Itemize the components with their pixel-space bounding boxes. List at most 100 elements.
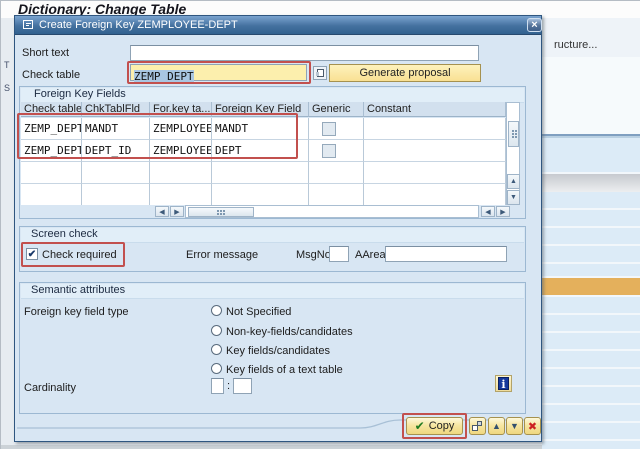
cardinality-left-input[interactable] <box>211 378 224 394</box>
background-row <box>542 441 640 449</box>
fk-table-row-empty[interactable] <box>21 184 506 205</box>
check-required-checkbox[interactable]: ✔ <box>26 248 38 260</box>
short-text-input[interactable] <box>130 45 479 61</box>
cardinality-label: Cardinality <box>24 382 76 394</box>
transfer-button[interactable] <box>469 417 486 435</box>
error-message-label: Error message <box>186 249 259 261</box>
fk-table-row-empty[interactable] <box>21 162 506 184</box>
copy-check-icon: ✔ <box>414 419 425 433</box>
move-up-button[interactable]: ▲ <box>488 417 505 435</box>
cell-forkey-table[interactable]: ZEMPLOYEE <box>150 140 212 162</box>
fk-table-vscrollbar[interactable]: ▲ ▼ <box>506 102 520 205</box>
background-panel-light <box>542 57 640 134</box>
background-row <box>542 387 640 403</box>
hscroll-left-button[interactable]: ◀ <box>155 206 169 217</box>
cell-generic <box>309 140 364 162</box>
copy-button-label: Copy <box>428 420 455 432</box>
background-row <box>542 228 640 244</box>
aarea-label: AArea <box>355 249 386 261</box>
col-header-generic[interactable]: Generic <box>309 102 364 117</box>
left-fragment-1: T <box>4 60 10 70</box>
radio-not-specified-label[interactable]: Not Specified <box>226 306 291 319</box>
structure-button-partial[interactable]: ructure... <box>554 39 597 52</box>
dialog-title: Create Foreign Key ZEMPLOYEE-DEPT <box>39 19 238 31</box>
background-row <box>542 351 640 367</box>
cardinality-separator: : <box>227 380 231 392</box>
vscroll-down-button[interactable]: ▼ <box>507 190 520 205</box>
close-button[interactable]: × <box>527 18 542 32</box>
value-help-button[interactable] <box>313 66 327 80</box>
cell-chktablfld[interactable]: DEPT_ID <box>82 140 150 162</box>
radio-non-key-fields[interactable] <box>211 325 222 336</box>
cardinality-right-input[interactable] <box>233 378 252 394</box>
col-header-constant[interactable]: Constant <box>364 102 506 117</box>
dialog-titlebar[interactable]: Create Foreign Key ZEMPLOYEE-DEPT × <box>15 16 542 35</box>
background-row <box>542 246 640 262</box>
fk-field-type-label: Foreign key field type <box>24 306 129 318</box>
background-band <box>542 138 640 172</box>
fk-table-header: Check table ChkTablFld For.key ta... For… <box>21 102 519 117</box>
radio-key-fields-text-table[interactable] <box>211 363 222 374</box>
copy-button[interactable]: ✔ Copy <box>406 417 463 435</box>
background-row <box>542 315 640 331</box>
cell-constant[interactable] <box>364 140 506 162</box>
cell-foreign-key-field[interactable]: DEPT <box>212 140 309 162</box>
dialog-icon <box>23 20 33 29</box>
create-foreign-key-dialog: Create Foreign Key ZEMPLOYEE-DEPT × Shor… <box>14 15 542 442</box>
background-toolbar-row: ructure... <box>542 18 640 57</box>
vscroll-up-button[interactable]: ▲ <box>507 174 520 189</box>
fk-table-row[interactable]: ZEMP_DEPT DEPT_ID ZEMPLOYEE DEPT <box>21 140 506 162</box>
hscroll-thumb[interactable] <box>188 207 254 217</box>
background-row <box>542 423 640 439</box>
col-header-foreign-key-field[interactable]: Foreign Key Field <box>212 102 309 117</box>
fk-table-hscrollbar[interactable]: ◀ ▶ ◀ ▶ <box>21 205 520 218</box>
hscroll-left-button-2[interactable]: ◀ <box>481 206 495 217</box>
check-required-label: Check required <box>42 249 117 261</box>
cell-chktablfld[interactable]: MANDT <box>82 118 150 140</box>
background-row <box>542 405 640 421</box>
move-down-button[interactable]: ▼ <box>506 417 523 435</box>
radio-key-fields-candidates[interactable] <box>211 344 222 355</box>
hscroll-track[interactable] <box>185 205 479 218</box>
col-header-forkey-table[interactable]: For.key ta... <box>150 102 212 117</box>
cell-foreign-key-field[interactable]: MANDT <box>212 118 309 140</box>
aarea-input[interactable] <box>385 246 507 262</box>
background-row <box>542 264 640 276</box>
cell-forkey-table[interactable]: ZEMPLOYEE <box>150 118 212 140</box>
vscroll-grip[interactable] <box>508 121 519 147</box>
background-gray-band <box>542 174 640 192</box>
cell-generic <box>309 118 364 140</box>
radio-non-key-fields-label[interactable]: Non-key-fields/candidates <box>226 326 353 339</box>
radio-key-fields-text-table-label[interactable]: Key fields of a text table <box>226 364 343 377</box>
background-row <box>542 210 640 226</box>
screen: Dictionary: Change Table T S ructure... <box>0 0 640 449</box>
radio-not-specified[interactable] <box>211 305 222 316</box>
cell-check-table[interactable]: ZEMP_DEPT <box>21 140 82 162</box>
col-header-check-table[interactable]: Check table <box>21 102 82 117</box>
screen-check-title: Screen check <box>31 228 98 240</box>
hscroll-right-button[interactable]: ▶ <box>170 206 184 217</box>
left-fragment-2: S <box>4 83 11 93</box>
check-table-input[interactable]: ZEMP_DEPT <box>130 64 307 83</box>
background-bottom-strip <box>1 445 542 449</box>
down-arrow-icon: ▼ <box>510 421 519 431</box>
info-icon: i <box>498 377 509 391</box>
cell-check-table[interactable]: ZEMP_DEPT <box>21 118 82 140</box>
fk-table-row[interactable]: ZEMP_DEPT MANDT ZEMPLOYEE MANDT <box>21 118 506 140</box>
cancel-x-icon: ✖ <box>527 420 538 433</box>
semantic-attributes-title: Semantic attributes <box>31 284 126 296</box>
generic-checkbox[interactable] <box>322 122 336 136</box>
radio-key-fields-candidates-label[interactable]: Key fields/candidates <box>226 345 330 358</box>
transfer-icon <box>472 420 483 432</box>
generic-checkbox[interactable] <box>322 144 336 158</box>
col-header-chktablfld[interactable]: ChkTablFld <box>82 102 150 117</box>
cell-constant[interactable] <box>364 118 506 140</box>
background-left-strip: T S <box>1 18 14 449</box>
cancel-button[interactable]: ✖ <box>524 417 541 435</box>
msgno-input[interactable] <box>329 246 349 262</box>
foreign-key-fields-title: Foreign Key Fields <box>34 88 126 100</box>
background-row <box>542 333 640 349</box>
info-button[interactable]: i <box>495 375 512 392</box>
generate-proposal-button[interactable]: Generate proposal <box>329 64 481 82</box>
hscroll-right-button-2[interactable]: ▶ <box>496 206 510 217</box>
